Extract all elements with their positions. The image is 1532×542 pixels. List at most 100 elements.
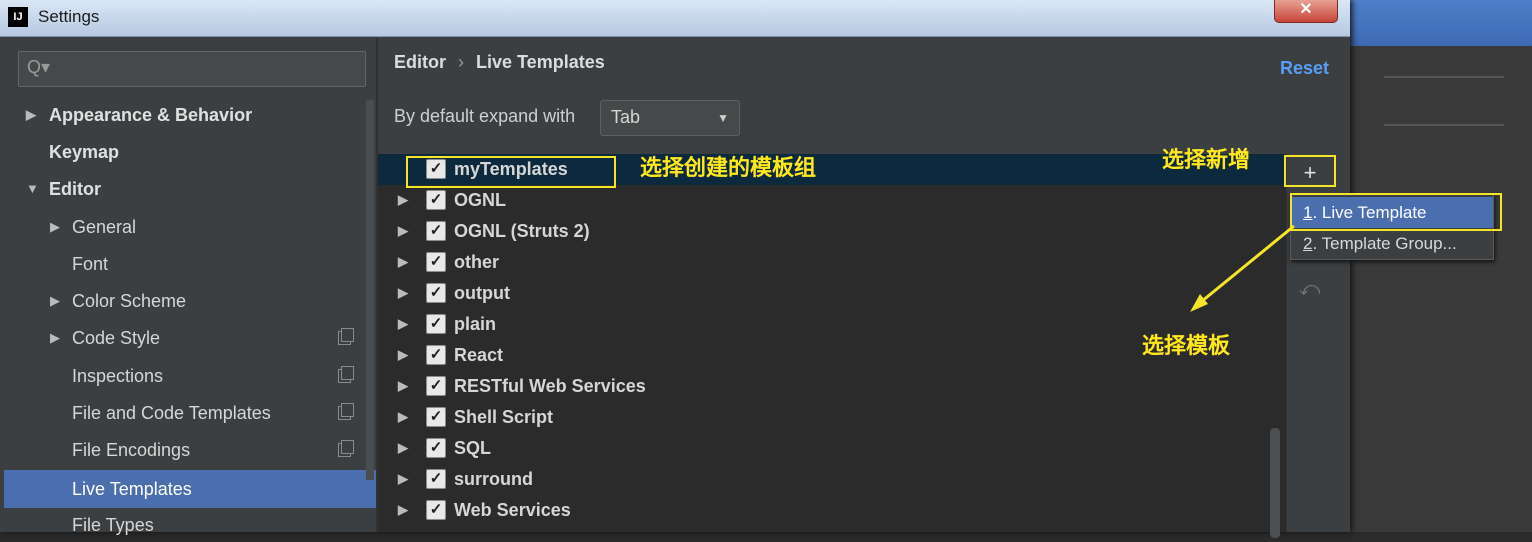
sidebar-item-file-encodings[interactable]: File Encodings <box>4 433 376 467</box>
template-group-label: RESTful Web Services <box>454 376 646 396</box>
settings-dialog: IJ Settings ✕ Q▾ ▶ Appearance & Behavior… <box>0 0 1350 538</box>
reset-link[interactable]: Reset <box>1280 58 1329 79</box>
sidebar-item-keymap[interactable]: Keymap <box>4 135 376 169</box>
expand-arrow-icon[interactable]: ▶ <box>398 502 408 518</box>
template-group-row[interactable]: ▶ ✓ Shell Script <box>378 402 1286 433</box>
project-settings-icon <box>338 440 354 457</box>
sidebar-item-inspections[interactable]: Inspections <box>4 359 376 393</box>
expand-with-value: Tab <box>611 107 641 127</box>
template-group-label: other <box>454 252 499 272</box>
collapse-arrow-icon[interactable]: ▼ <box>26 172 39 206</box>
sidebar-item-label: Code Style <box>72 328 161 348</box>
sidebar-item-editor[interactable]: ▼ Editor <box>4 172 376 206</box>
expand-arrow-icon[interactable]: ▶ <box>398 192 408 208</box>
sidebar-item-label: File Encodings <box>72 440 191 460</box>
sidebar-item-appearance-behavior[interactable]: ▶ Appearance & Behavior <box>4 98 376 132</box>
expand-arrow-icon[interactable]: ▶ <box>50 210 60 244</box>
template-group-checkbox[interactable]: ✓ <box>426 190 446 210</box>
chevron-down-icon: ▼ <box>717 111 729 125</box>
project-settings-icon <box>338 366 354 383</box>
template-list-scrollbar[interactable] <box>1270 428 1280 538</box>
expand-with-label: By default expand with <box>394 106 576 126</box>
background-divider <box>1384 76 1504 78</box>
menu-item-template-group[interactable]: 2. Template Group... <box>1291 228 1493 259</box>
template-group-row[interactable]: ▶ ✓ output <box>378 278 1286 309</box>
template-group-label: Web Services <box>454 500 571 520</box>
expand-arrow-icon[interactable]: ▶ <box>398 223 408 239</box>
template-group-checkbox[interactable]: ✓ <box>426 221 446 241</box>
annotation-box-add-button <box>1284 155 1336 187</box>
settings-search-input[interactable]: Q▾ <box>18 51 366 87</box>
template-group-label: OGNL <box>454 190 506 210</box>
template-group-label: plain <box>454 314 497 334</box>
template-group-row[interactable]: ▶ ✓ other <box>378 247 1286 278</box>
template-group-checkbox[interactable]: ✓ <box>426 469 446 489</box>
template-group-checkbox[interactable]: ✓ <box>426 283 446 303</box>
expand-arrow-icon[interactable]: ▶ <box>398 316 408 332</box>
sidebar-item-label: Inspections <box>72 366 164 386</box>
template-group-label: surround <box>454 469 533 489</box>
expand-with-select[interactable]: Tab ▼ <box>600 100 740 136</box>
breadcrumb-editor: Editor <box>394 52 446 72</box>
expand-arrow-icon[interactable]: ▶ <box>398 440 408 456</box>
annotation-select-group: 选择创建的模板组 <box>640 156 817 181</box>
sidebar-item-general[interactable]: ▶ General <box>4 210 376 244</box>
sidebar-item-label: File and Code Templates <box>72 403 271 423</box>
annotation-select-add: 选择新增 <box>1162 148 1251 173</box>
template-group-row[interactable]: ▶ ✓ OGNL (Struts 2) <box>378 216 1286 247</box>
sidebar-item-live-templates[interactable]: Live Templates <box>4 470 376 508</box>
sidebar-item-label: Live Templates <box>72 479 192 499</box>
template-group-row[interactable]: ▶ ✓ Web Services <box>378 495 1286 526</box>
sidebar-item-label: General <box>72 217 137 237</box>
expand-arrow-icon[interactable]: ▶ <box>398 254 408 270</box>
sidebar-item-label: File Types <box>72 515 154 535</box>
annotation-box-template-group <box>406 156 616 188</box>
menu-item-label: 2. Template Group... <box>1303 234 1457 253</box>
intellij-app-icon: IJ <box>8 7 28 27</box>
expand-arrow-icon[interactable]: ▶ <box>398 409 408 425</box>
sidebar-item-label: Color Scheme <box>72 291 187 311</box>
restore-icon[interactable]: ⤺ <box>1299 278 1320 301</box>
expand-arrow-icon[interactable]: ▶ <box>50 284 60 318</box>
expand-arrow-icon[interactable]: ▶ <box>398 471 408 487</box>
sidebar-item-file-code-templates[interactable]: File and Code Templates <box>4 396 376 430</box>
template-group-row[interactable]: ▶ ✓ RESTful Web Services <box>378 371 1286 402</box>
template-group-checkbox[interactable]: ✓ <box>426 407 446 427</box>
breadcrumb-live-templates: Live Templates <box>476 52 605 72</box>
breadcrumb-separator: › <box>458 52 464 72</box>
annotation-select-template: 选择模板 <box>1142 334 1231 359</box>
sidebar-item-label: Font <box>72 254 109 274</box>
annotation-box-live-template <box>1290 193 1502 231</box>
template-group-checkbox[interactable]: ✓ <box>426 376 446 396</box>
template-group-label: OGNL (Struts 2) <box>454 221 590 241</box>
settings-sidebar: Q▾ ▶ Appearance & Behavior Keymap ▼ Edit… <box>4 38 376 535</box>
breadcrumb: Editor › Live Templates <box>394 52 605 73</box>
template-group-label: React <box>454 345 504 365</box>
expand-arrow-icon[interactable]: ▶ <box>398 285 408 301</box>
project-settings-icon <box>338 403 354 420</box>
background-window-titlebar <box>1350 0 1532 46</box>
project-settings-icon <box>338 328 354 345</box>
template-group-label: SQL <box>454 438 492 458</box>
sidebar-item-color-scheme[interactable]: ▶ Color Scheme <box>4 284 376 318</box>
live-templates-panel: Editor › Live Templates Reset By default e… <box>378 38 1350 538</box>
template-group-checkbox[interactable]: ✓ <box>426 345 446 365</box>
template-group-checkbox[interactable]: ✓ <box>426 252 446 272</box>
template-group-checkbox[interactable]: ✓ <box>426 314 446 334</box>
sidebar-item-font[interactable]: Font <box>4 247 376 281</box>
template-group-row[interactable]: ▶ ✓ surround <box>378 464 1286 495</box>
title-bar[interactable]: IJ Settings ✕ <box>0 0 1350 37</box>
sidebar-scrollbar[interactable] <box>366 100 374 480</box>
expand-arrow-icon[interactable]: ▶ <box>50 321 60 355</box>
sidebar-item-code-style[interactable]: ▶ Code Style <box>4 321 376 355</box>
template-group-row[interactable]: ▶ ✓ SQL <box>378 433 1286 464</box>
expand-arrow-icon[interactable]: ▶ <box>398 347 408 363</box>
expand-arrow-icon[interactable]: ▶ <box>26 98 36 132</box>
template-group-row[interactable]: ▶ ✓ OGNL <box>378 185 1286 216</box>
expand-arrow-icon[interactable]: ▶ <box>398 378 408 394</box>
close-button[interactable]: ✕ <box>1274 0 1338 23</box>
template-group-label: Shell Script <box>454 407 554 427</box>
template-group-checkbox[interactable]: ✓ <box>426 500 446 520</box>
sidebar-item-file-types[interactable]: File Types <box>4 508 376 542</box>
template-group-checkbox[interactable]: ✓ <box>426 438 446 458</box>
